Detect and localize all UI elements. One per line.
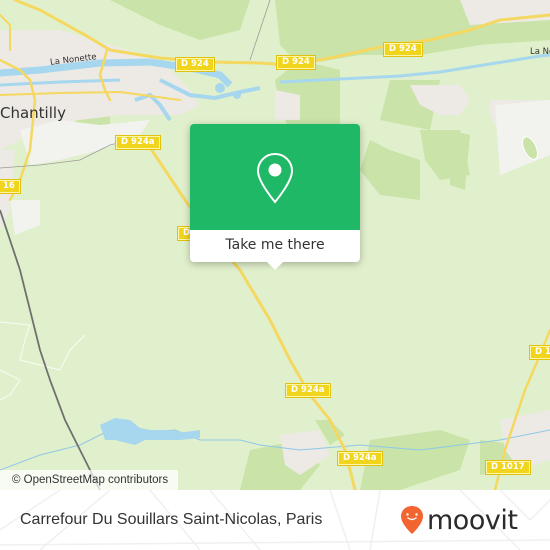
moovit-logo[interactable]: moovit	[400, 500, 518, 540]
moovit-wordmark: moovit	[427, 504, 518, 536]
popup-pointer	[267, 262, 283, 270]
map-view[interactable]: Chantilly La Nonette La No D 924 D 924 D…	[0, 0, 550, 490]
stop-name: Carrefour Du Souillars Saint-Nicolas, Pa…	[20, 511, 323, 528]
river-label-la-nonette-east: La No	[530, 47, 550, 57]
pond	[100, 418, 200, 445]
destination-popup: Take me there	[190, 124, 360, 270]
minor-paths	[0, 321, 86, 401]
popup-header	[190, 124, 360, 230]
map-attribution[interactable]: © OpenStreetMap contributors	[0, 470, 179, 490]
road-label-d924: D 924	[383, 42, 423, 57]
attribution-text: © OpenStreetMap contributors	[12, 474, 169, 486]
footer-bar: Carrefour Du Souillars Saint-Nicolas, Pa…	[0, 490, 550, 550]
map-pin-icon	[256, 152, 294, 204]
railway-line	[0, 209, 101, 490]
road-label-d924a: D 924a	[285, 383, 331, 398]
road-label-d16-partial: 16	[0, 179, 21, 194]
road-label-d924: D 924	[276, 55, 316, 70]
moovit-smiley-pin-icon	[401, 506, 423, 534]
road-label-d1017: D 1017	[485, 460, 531, 475]
road-label-d924a: D 924a	[115, 135, 161, 150]
town-label-chantilly: Chantilly	[0, 104, 66, 122]
road-label-d924: D 924	[175, 57, 215, 72]
take-me-there-button[interactable]: Take me there	[190, 230, 360, 262]
road-label-d924a: D 924a	[337, 451, 383, 466]
road-label-d1017-partial: D 1	[529, 345, 550, 360]
